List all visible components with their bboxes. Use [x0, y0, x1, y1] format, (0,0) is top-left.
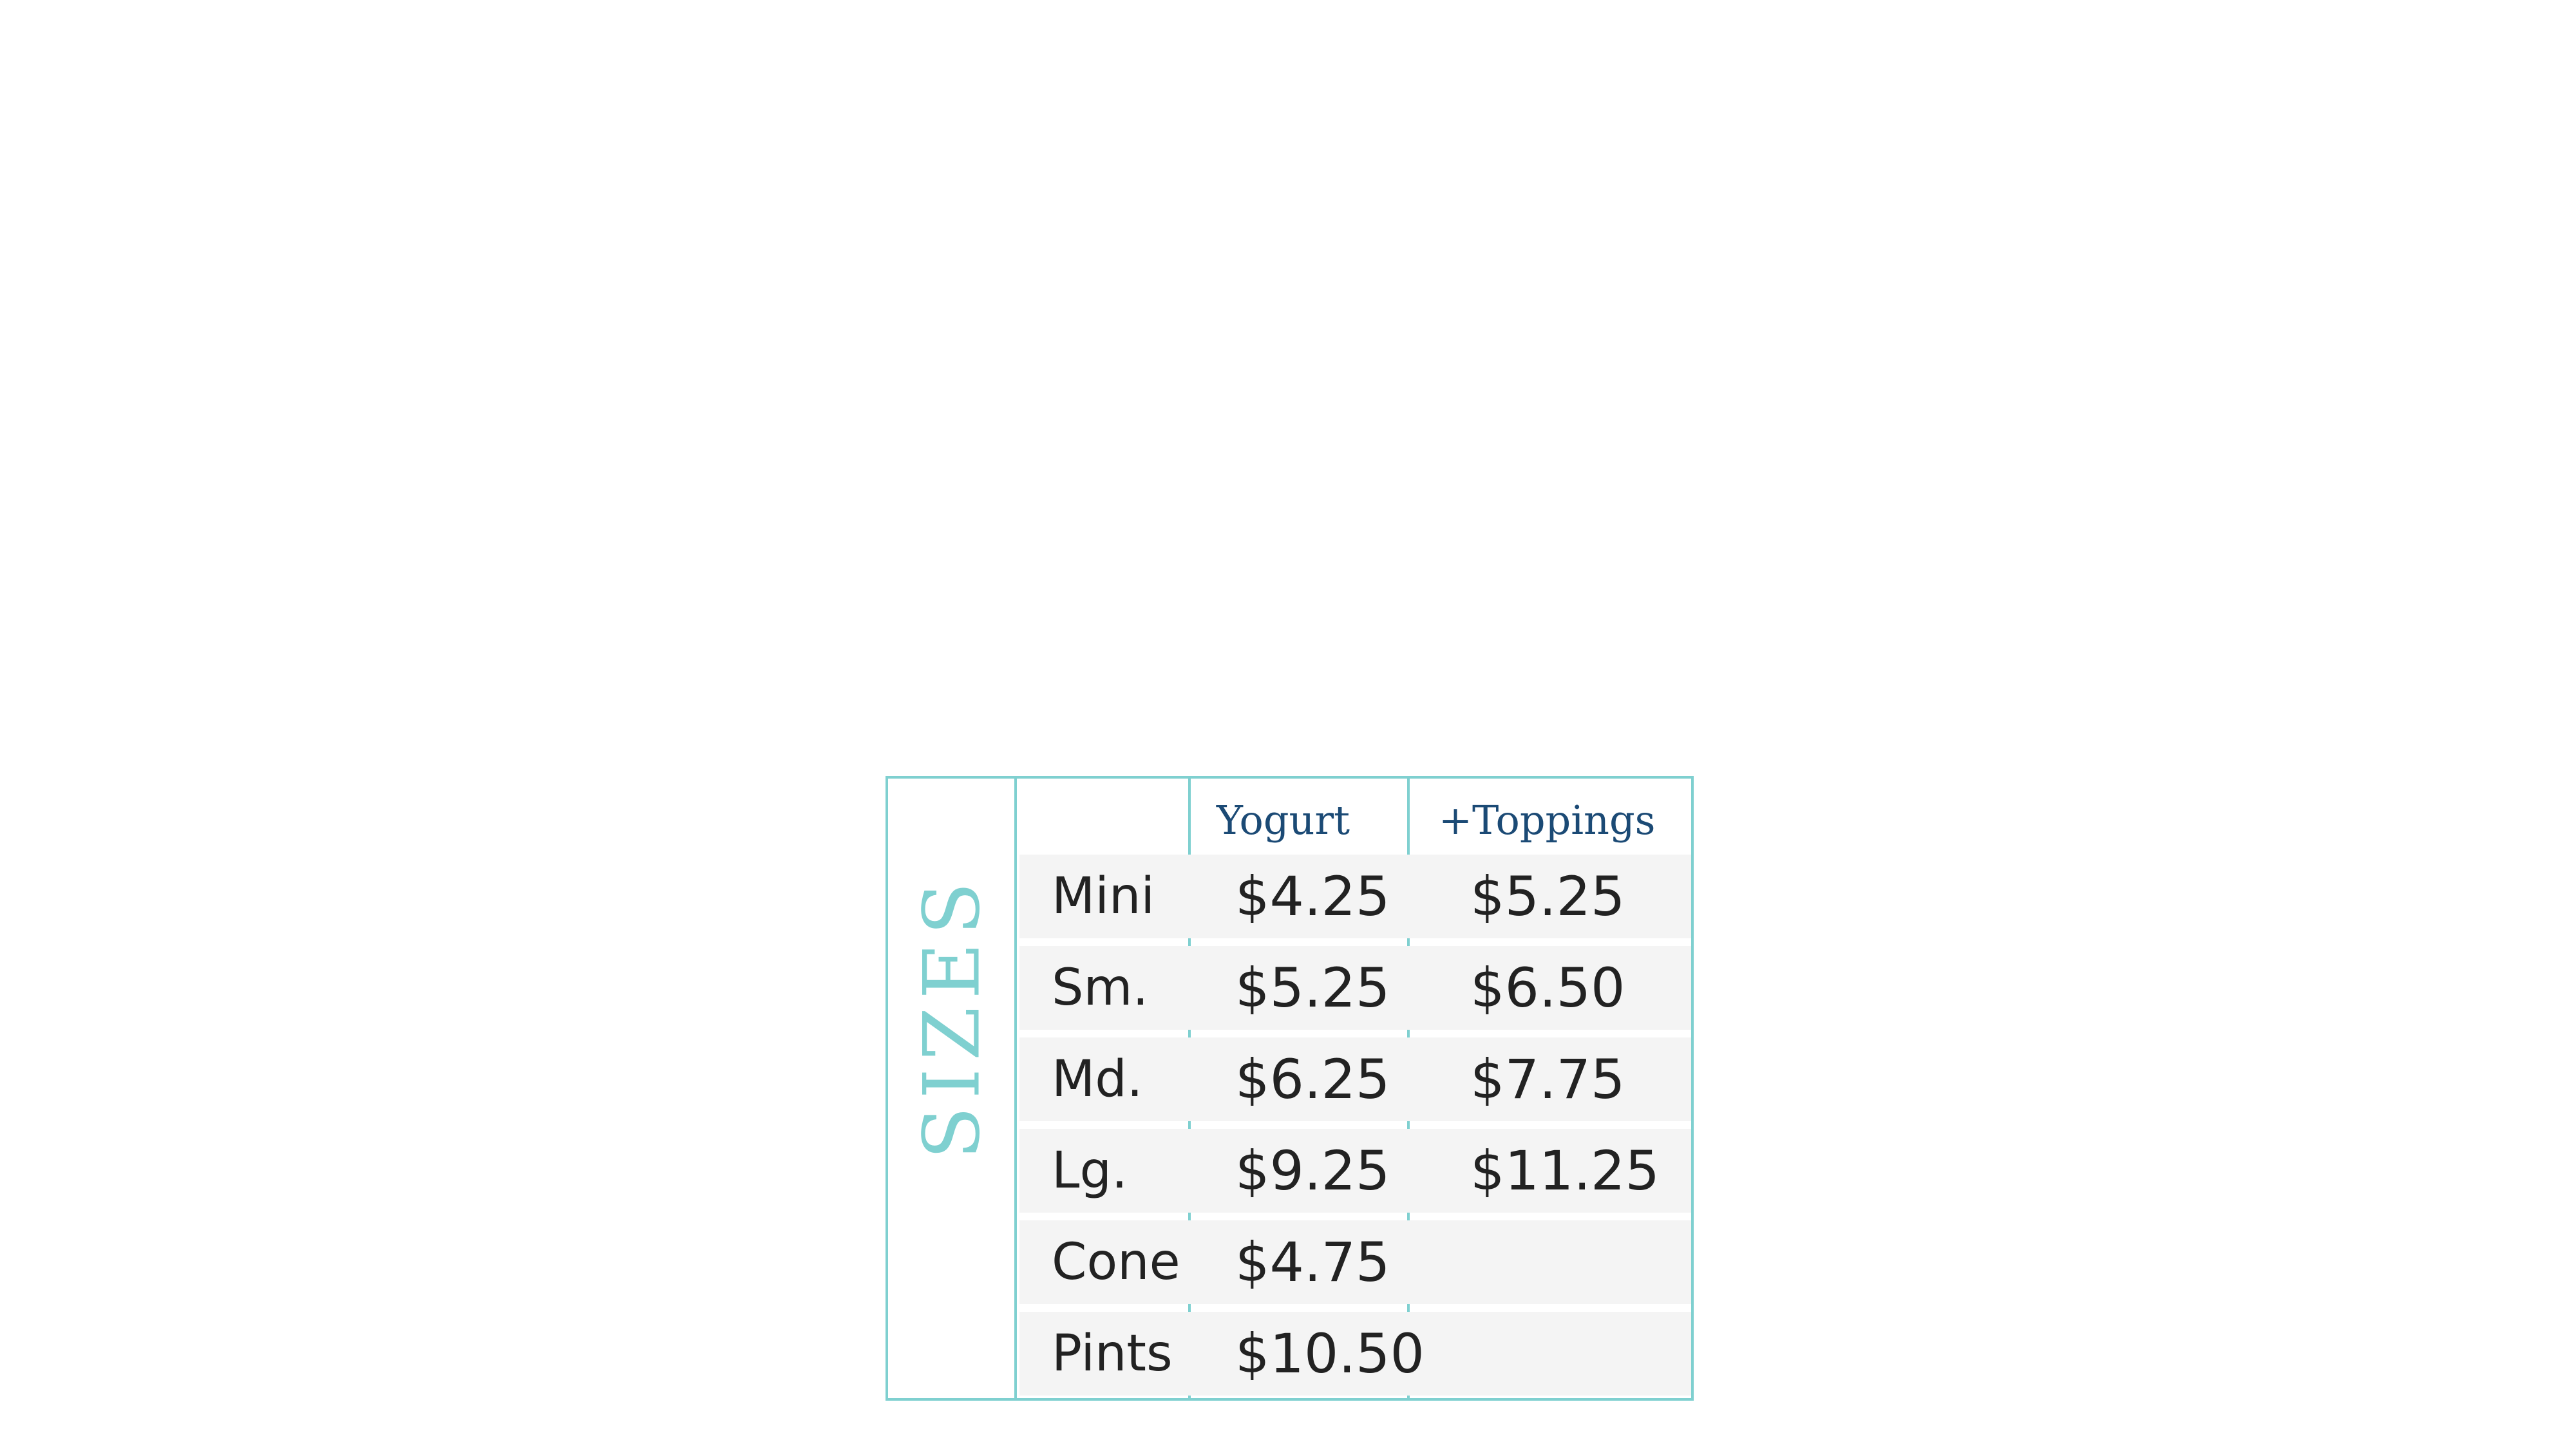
- row-toppings-price: $6.50: [1470, 956, 1625, 1019]
- row-size: Pints: [1052, 1325, 1173, 1383]
- table-row: Sm. $5.25 $6.50: [1019, 946, 1691, 1030]
- row-toppings-price: $7.75: [1470, 1048, 1625, 1111]
- row-size: Lg.: [1052, 1142, 1128, 1200]
- row-yogurt-price: $4.25: [1235, 865, 1390, 928]
- row-yogurt-price: $10.50: [1235, 1322, 1425, 1385]
- row-yogurt-price: $6.25: [1235, 1048, 1390, 1111]
- table-row: Pints $10.50: [1019, 1312, 1691, 1396]
- table-row: Cone $4.75: [1019, 1220, 1691, 1304]
- price-table: SIZES Yogurt +Toppings Mini $4.25 $5.25 …: [886, 776, 1694, 1401]
- row-toppings-price: $5.25: [1470, 865, 1625, 928]
- table-row: Md. $6.25 $7.75: [1019, 1037, 1691, 1121]
- row-yogurt-price: $9.25: [1235, 1139, 1390, 1202]
- row-size: Mini: [1052, 867, 1155, 925]
- row-yogurt-price: $5.25: [1235, 956, 1390, 1019]
- row-size: Sm.: [1052, 959, 1149, 1017]
- table-row: Lg. $9.25 $11.25: [1019, 1129, 1691, 1213]
- row-toppings-price: $11.25: [1470, 1139, 1660, 1202]
- row-size: Md.: [1052, 1050, 1143, 1108]
- header-yogurt: Yogurt: [1217, 797, 1350, 844]
- row-size: Cone: [1052, 1233, 1180, 1291]
- sizes-label: SIZES: [907, 874, 998, 1160]
- sizes-column: SIZES: [888, 779, 1017, 1398]
- row-yogurt-price: $4.75: [1235, 1231, 1390, 1294]
- table-row: Mini $4.25 $5.25: [1019, 855, 1691, 938]
- header-toppings: +Toppings: [1439, 797, 1656, 844]
